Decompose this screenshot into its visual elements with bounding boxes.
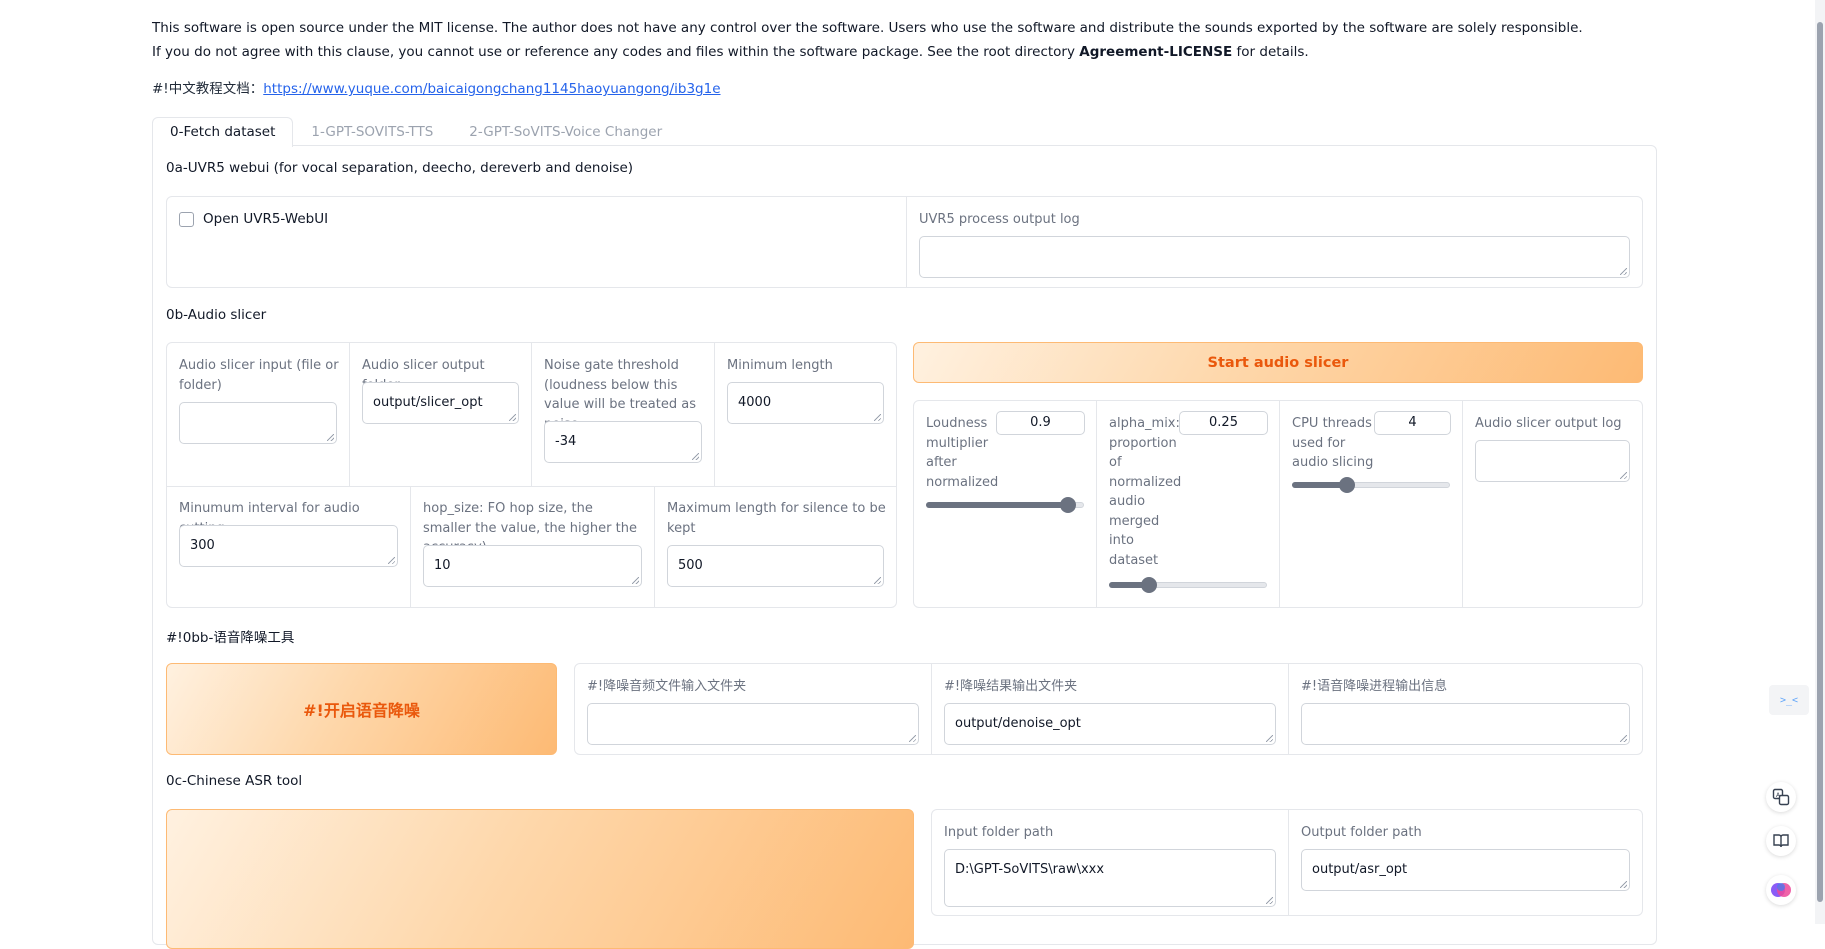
open-uvr5-label: Open UVR5-WebUI [203, 211, 329, 227]
denoise-output-cell: #!降噪结果输出文件夹 output/denoise_opt [931, 664, 1288, 754]
denoise-input-cell: #!降噪音频文件输入文件夹 [575, 664, 931, 754]
reader-book-icon[interactable] [1766, 826, 1796, 856]
asr-section-title: 0c-Chinese ASR tool [166, 773, 303, 789]
scrollbar-thumb[interactable] [1817, 22, 1823, 902]
asr-output-cell: Output folder path output/asr_opt [1288, 810, 1642, 915]
asr-input-field[interactable]: D:\GPT-SoVITS\raw\xxx [944, 849, 1276, 907]
uvr5-panel: Open UVR5-WebUI UVR5 process output log [166, 196, 1643, 288]
license-line-2: If you do not agree with this clause, yo… [152, 43, 1309, 60]
checkbox-square[interactable] [179, 211, 194, 227]
license-line-1: This software is open source under the M… [152, 20, 1583, 36]
max-silence-field[interactable]: 500 [667, 545, 884, 587]
start-audio-slicer-button[interactable]: Start audio slicer [913, 342, 1643, 383]
threads-cell: CPU threads used for audio slicing 4 [1279, 401, 1462, 607]
threshold-field[interactable]: -34 [544, 421, 702, 463]
loudness-cell: Loudness multiplier after normalized 0.9 [914, 401, 1096, 607]
slicer-row-1: Audio slicer input (file or folder) Audi… [167, 343, 896, 486]
loudness-number[interactable]: 0.9 [996, 411, 1085, 435]
slicer-input-label: Audio slicer input (file or folder) [179, 358, 339, 393]
slicer-output-field[interactable]: output/slicer_opt [362, 382, 519, 424]
loudness-label: Loudness multiplier after normalized [926, 416, 999, 490]
threads-slider-thumb[interactable] [1339, 477, 1356, 493]
slicer-log-label: Audio slicer output log [1475, 416, 1622, 431]
license-file-name: Agreement-LICENSE [1079, 43, 1233, 60]
asr-output-label: Output folder path [1301, 825, 1422, 840]
alpha-mix-slider[interactable] [1109, 577, 1267, 593]
slicer-output-cell: Audio slicer output folder output/slicer… [349, 343, 531, 486]
loudness-slider-thumb[interactable] [1060, 497, 1077, 513]
threads-slider[interactable] [1292, 477, 1450, 493]
slicer-options-panel: Loudness multiplier after normalized 0.9… [913, 400, 1643, 608]
asr-input-label: Input folder path [944, 825, 1054, 840]
open-uvr5-checkbox[interactable]: Open UVR5-WebUI [179, 211, 328, 227]
min-length-cell: Minimum length 4000 [714, 343, 896, 486]
asr-input-cell: Input folder path D:\GPT-SoVITS\raw\xxx [932, 810, 1288, 915]
tutorial-link[interactable]: https://www.yuque.com/baicaigongchang114… [263, 81, 720, 97]
threads-number[interactable]: 4 [1374, 411, 1451, 435]
slicer-log-textarea[interactable] [1475, 440, 1630, 482]
denoise-output-field[interactable]: output/denoise_opt [944, 703, 1276, 745]
tab-bar: 0-Fetch dataset 1-GPT-SOVITS-TTS 2-GPT-S… [152, 117, 680, 147]
min-length-field[interactable]: 4000 [727, 382, 884, 424]
dev-tools-icon[interactable]: >_< [1769, 685, 1809, 715]
tab-voice-changer[interactable]: 2-GPT-SoVITS-Voice Changer [451, 117, 680, 147]
page-scrollbar[interactable] [1815, 0, 1825, 924]
asr-output-field[interactable]: output/asr_opt [1301, 849, 1630, 891]
translate-icon[interactable]: A [1766, 782, 1796, 812]
denoise-output-label: #!降噪结果输出文件夹 [944, 679, 1078, 694]
alpha-mix-label: alpha_mix: proportion of normalized audi… [1109, 416, 1182, 568]
asr-start-button[interactable] [166, 809, 914, 949]
threads-label: CPU threads used for audio slicing [1292, 416, 1374, 470]
denoise-log-label: #!语音降噪进程输出信息 [1301, 679, 1448, 694]
slicer-input-cell: Audio slicer input (file or folder) [167, 343, 349, 486]
denoise-input-field[interactable] [587, 703, 919, 745]
max-silence-label: Maximum length for silence to be kept [667, 501, 886, 536]
tab-gpt-sovits-tts[interactable]: 1-GPT-SOVITS-TTS [293, 117, 451, 147]
min-length-label: Minimum length [727, 358, 833, 373]
tab-panel-fetch-dataset: 0a-UVR5 webui (for vocal separation, dee… [152, 145, 1657, 949]
min-interval-field[interactable]: 300 [179, 525, 398, 567]
denoise-panel: #!降噪音频文件输入文件夹 #!降噪结果输出文件夹 output/denoise… [574, 663, 1643, 755]
denoise-log-textarea[interactable] [1301, 703, 1630, 745]
tab-fetch-dataset[interactable]: 0-Fetch dataset [152, 117, 294, 147]
slicer-input-field[interactable] [179, 402, 337, 444]
denoise-input-label: #!降噪音频文件输入文件夹 [587, 679, 747, 694]
min-interval-cell: Minumum interval for audio cutting 300 [167, 486, 410, 607]
uvr5-log-label: UVR5 process output log [919, 212, 1080, 227]
slicer-row-2: Minumum interval for audio cutting 300 h… [167, 486, 896, 607]
tutorial-row: #!中文教程文档：https://www.yuque.com/baicaigon… [152, 78, 721, 100]
uvr5-section-title: 0a-UVR5 webui (for vocal separation, dee… [166, 160, 634, 176]
denoise-log-cell: #!语音降噪进程输出信息 [1288, 664, 1642, 754]
alpha-mix-slider-thumb[interactable] [1140, 577, 1157, 593]
hop-size-cell: hop_size: FO hop size, the smaller the v… [410, 486, 654, 607]
max-silence-cell: Maximum length for silence to be kept 50… [654, 486, 896, 607]
slicer-log-cell: Audio slicer output log [1462, 401, 1642, 607]
uvr5-log-textarea[interactable] [919, 236, 1630, 278]
loudness-slider[interactable] [926, 497, 1084, 513]
asr-panel: Input folder path D:\GPT-SoVITS\raw\xxx … [931, 809, 1643, 916]
alpha-mix-number[interactable]: 0.25 [1179, 411, 1268, 435]
alpha-mix-cell: alpha_mix: proportion of normalized audi… [1096, 401, 1279, 607]
slicer-section-title: 0b-Audio slicer [166, 307, 267, 323]
start-denoise-button[interactable]: #!开启语音降噪 [166, 663, 557, 755]
ai-brain-icon[interactable] [1766, 875, 1796, 905]
slicer-params-panel: Audio slicer input (file or folder) Audi… [166, 342, 897, 608]
uvr5-checkbox-cell: Open UVR5-WebUI [167, 197, 906, 287]
uvr5-log-cell: UVR5 process output log [906, 197, 1642, 287]
license-notice: This software is open source under the M… [152, 17, 1657, 64]
threshold-cell: Noise gate threshold (loudness below thi… [531, 343, 714, 486]
tutorial-label: #!中文教程文档： [152, 81, 264, 97]
hop-size-field[interactable]: 10 [423, 545, 642, 587]
denoise-section-title: #!0bb-语音降噪工具 [166, 630, 295, 646]
